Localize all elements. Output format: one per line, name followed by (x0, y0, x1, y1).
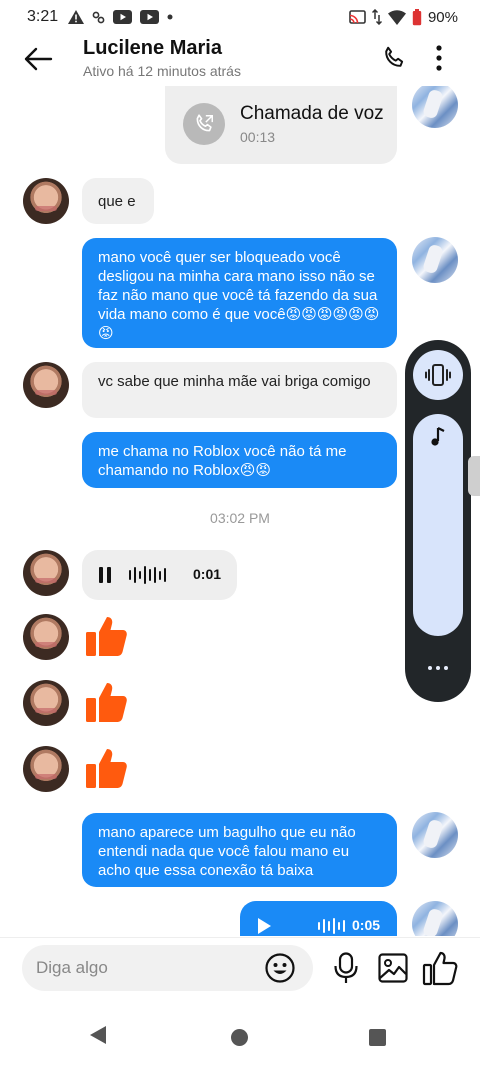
back-arrow-icon (24, 47, 53, 71)
more-horizontal-icon (444, 666, 448, 670)
alert-icon (68, 10, 85, 24)
avatar (23, 746, 69, 792)
voice-call-button[interactable] (376, 40, 412, 76)
wifi-icon (387, 9, 406, 25)
call-title: Chamada de voz (240, 103, 384, 124)
incoming-message[interactable]: que e (82, 178, 154, 224)
outgoing-message[interactable]: mano você quer ser bloqueado você deslig… (82, 238, 397, 348)
audio-duration: 0:05 (352, 917, 381, 933)
avatar (23, 680, 69, 726)
app-icon (92, 11, 105, 23)
microphone-icon[interactable] (332, 952, 360, 984)
back-button[interactable] (20, 41, 56, 77)
thumbs-up-icon[interactable] (422, 950, 458, 986)
play-icon[interactable] (258, 918, 271, 934)
avatar (412, 86, 458, 128)
outgoing-message[interactable]: mano aparece um bagulho que eu não enten… (82, 813, 397, 887)
thumbs-up-like[interactable] (84, 746, 128, 790)
youtube-icon (113, 10, 133, 24)
dot-icon (167, 14, 173, 20)
avatar (412, 812, 458, 858)
avatar (23, 362, 69, 408)
avatar (23, 550, 69, 596)
waveform-icon (129, 565, 166, 585)
edge-panel-handle[interactable] (468, 456, 480, 496)
volume-settings-button[interactable] (423, 658, 453, 678)
nav-recents-icon[interactable] (369, 1029, 386, 1046)
nav-back-icon[interactable] (90, 1026, 106, 1044)
avatar (23, 614, 69, 660)
audio-message-outgoing[interactable]: 0:05 (240, 901, 397, 936)
status-bar: 3:21 90% (0, 0, 480, 34)
system-nav-bar (0, 1000, 480, 1066)
status-time: 3:21 (27, 8, 59, 25)
contact-active-status: Ativo há 12 minutos atrás (83, 63, 241, 79)
contact-name[interactable]: Lucilene Maria (83, 37, 222, 60)
voice-call-message[interactable]: Chamada de voz 00:13 (165, 86, 397, 164)
notification-icons (68, 10, 173, 24)
more-options-button[interactable] (424, 40, 454, 76)
volume-panel (405, 340, 471, 702)
battery-percent: 90% (427, 8, 458, 26)
avatar (412, 237, 458, 283)
media-volume-slider[interactable] (413, 414, 463, 636)
image-icon[interactable] (377, 952, 409, 984)
chat-header: Lucilene Maria Ativo há 12 minutos atrás (0, 34, 480, 86)
youtube-icon (140, 10, 160, 24)
phone-icon (385, 46, 404, 67)
audio-message-incoming[interactable]: 0:01 (82, 550, 237, 600)
more-vertical-icon (436, 45, 442, 71)
cast-icon (349, 9, 366, 24)
pause-icon[interactable] (98, 567, 112, 583)
nav-home-icon[interactable] (231, 1029, 248, 1046)
data-arrows-icon (371, 9, 382, 25)
avatar (23, 178, 69, 224)
call-duration: 00:13 (240, 129, 276, 145)
incoming-message[interactable]: vc sabe que minha mãe vai briga comigo (82, 362, 397, 418)
emoji-icon[interactable] (264, 952, 296, 984)
avatar (412, 901, 458, 936)
ringer-mode-button[interactable] (413, 350, 463, 400)
waveform-icon (318, 916, 345, 936)
message-composer (0, 937, 480, 999)
thumbs-up-like[interactable] (84, 680, 128, 724)
more-horizontal-icon (428, 666, 432, 670)
thumbs-up-like[interactable] (84, 614, 128, 658)
music-note-icon (427, 426, 449, 448)
battery-icon (412, 8, 422, 25)
vibrate-icon (425, 364, 451, 386)
outgoing-message[interactable]: me chama no Roblox você não tá me chaman… (82, 432, 397, 488)
more-horizontal-icon (436, 666, 440, 670)
phone-call-icon (183, 103, 225, 145)
audio-duration: 0:01 (193, 566, 222, 582)
system-icons: 90% (349, 8, 458, 26)
